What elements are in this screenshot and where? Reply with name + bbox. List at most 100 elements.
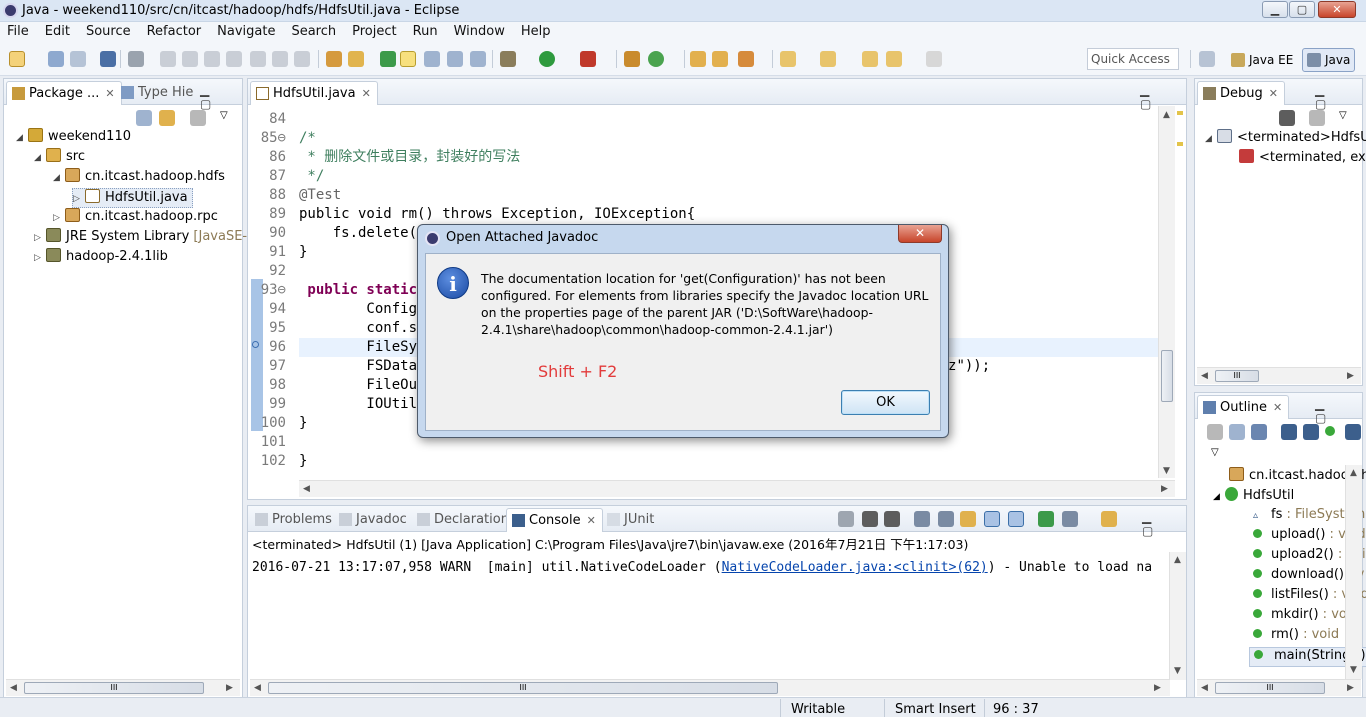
scroll-thumb[interactable]: III: [1215, 682, 1325, 694]
new-icon[interactable]: [9, 51, 25, 67]
debug-launch-item[interactable]: ◢ <terminated>HdfsUt: [1205, 129, 1366, 149]
resume-icon[interactable]: [160, 51, 176, 67]
open-type-icon[interactable]: [380, 51, 396, 67]
tree-item-weekend110[interactable]: ◢ weekend110: [16, 128, 131, 148]
tree-item-src[interactable]: ◢ src: [34, 148, 85, 168]
close-tab-icon[interactable]: ✕: [105, 87, 114, 100]
outline-method[interactable]: rm() : void: [1253, 627, 1339, 647]
terminate-icon[interactable]: [204, 51, 220, 67]
close-button[interactable]: ✕: [1318, 1, 1356, 18]
scroll-right-icon[interactable]: ▶: [1161, 484, 1168, 494]
tree-item-jre-library[interactable]: ▷ JRE System Library [JavaSE-1.: [34, 228, 260, 248]
last-edit-location-icon[interactable]: [862, 51, 878, 67]
tab-hdfsutil-java[interactable]: HdfsUtil.java ✕: [250, 81, 378, 105]
new-class-icon[interactable]: [648, 51, 664, 67]
sort-icon[interactable]: [1251, 424, 1267, 440]
view-menu-chevron-down-icon[interactable]: ▽: [1339, 110, 1347, 121]
open-folder-icon[interactable]: [690, 51, 706, 67]
new-java-project-icon[interactable]: [624, 51, 640, 67]
word-wrap-icon[interactable]: [424, 51, 440, 67]
menu-source[interactable]: Source: [78, 22, 139, 39]
debug-hscrollbar[interactable]: ◀ III ▶: [1197, 367, 1361, 384]
close-tab-icon[interactable]: ✕: [362, 87, 371, 100]
scroll-right-icon[interactable]: ▶: [1347, 683, 1354, 693]
menu-search[interactable]: Search: [283, 22, 344, 39]
tab-debug[interactable]: Debug ✕: [1197, 81, 1285, 105]
focus-icon[interactable]: [190, 110, 206, 126]
scroll-thumb[interactable]: III: [24, 682, 204, 694]
debug-icon[interactable]: [500, 51, 516, 67]
pin-console-icon[interactable]: [1038, 511, 1054, 527]
remove-launch-icon[interactable]: [862, 511, 878, 527]
view-menu-chevron-down-icon[interactable]: ▽: [1211, 447, 1219, 458]
overview-ruler-marker[interactable]: [1177, 111, 1183, 115]
drop-to-frame-icon[interactable]: [326, 51, 342, 67]
remove-all-icon[interactable]: [1279, 110, 1295, 126]
print-icon[interactable]: [100, 51, 116, 67]
tree-item-package-hdfs[interactable]: ◢ cn.itcast.hadoop.hdfs: [53, 168, 225, 188]
collapse-all-icon[interactable]: [136, 110, 152, 126]
save-icon[interactable]: [48, 51, 64, 67]
maximize-button[interactable]: ▢: [1289, 1, 1315, 18]
menu-edit[interactable]: Edit: [37, 22, 78, 39]
menu-help[interactable]: Help: [513, 22, 559, 39]
scroll-up-icon[interactable]: ▲: [1350, 468, 1357, 478]
scroll-right-icon[interactable]: ▶: [1154, 683, 1161, 693]
outline-method[interactable]: mkdir() : void: [1253, 607, 1359, 627]
scroll-thumb[interactable]: III: [268, 682, 778, 694]
show-whitespace-icon[interactable]: [470, 51, 486, 67]
tab-package-explorer[interactable]: Package ... ✕: [6, 81, 122, 105]
scroll-right-icon[interactable]: ▶: [1347, 371, 1354, 381]
package-explorer-hscrollbar[interactable]: ◀ III ▶: [6, 679, 240, 696]
dialog-close-button[interactable]: ✕: [898, 225, 942, 243]
tab-problems[interactable]: Problems: [250, 508, 338, 532]
view-options-icon[interactable]: [1309, 110, 1325, 126]
scroll-thumb[interactable]: [1161, 350, 1173, 402]
hide-fields-icon[interactable]: [1281, 424, 1297, 440]
perspective-java-ee[interactable]: Java EE: [1226, 48, 1298, 72]
forward-icon[interactable]: [926, 51, 942, 67]
tab-javadoc[interactable]: Javadoc: [334, 508, 413, 532]
save-all-icon[interactable]: [70, 51, 86, 67]
step-return-icon[interactable]: [294, 51, 310, 67]
toggle-mark-occurrences-icon[interactable]: [400, 51, 416, 67]
tab-junit[interactable]: JUnit: [602, 508, 660, 532]
link-with-editor-icon[interactable]: [159, 110, 175, 126]
previous-annotation-icon[interactable]: [820, 51, 836, 67]
tree-item-package-rpc[interactable]: ▷ cn.itcast.hadoop.rpc: [53, 208, 218, 228]
close-tab-icon[interactable]: ✕: [1273, 401, 1282, 414]
menu-refactor[interactable]: Refactor: [139, 22, 210, 39]
hide-local-types-icon[interactable]: [1345, 424, 1361, 440]
view-min-max[interactable]: ▁ ▢: [200, 83, 242, 111]
scroll-thumb[interactable]: III: [1215, 370, 1259, 382]
outline-vscrollbar[interactable]: ▲ ▼: [1345, 465, 1362, 679]
remove-all-icon[interactable]: [884, 511, 900, 527]
scroll-down-icon[interactable]: ▼: [1350, 665, 1357, 675]
perspective-java[interactable]: Java: [1302, 48, 1356, 72]
collapse-all-icon[interactable]: [1229, 424, 1245, 440]
menu-project[interactable]: Project: [344, 22, 404, 39]
word-wrap-icon[interactable]: [960, 511, 976, 527]
console-hscrollbar[interactable]: ◀ III ▶: [250, 679, 1170, 696]
scroll-down-icon[interactable]: ▼: [1174, 666, 1181, 676]
block-selection-icon[interactable]: [447, 51, 463, 67]
show-on-error-icon[interactable]: [1008, 511, 1024, 527]
menu-navigate[interactable]: Navigate: [209, 22, 283, 39]
menu-window[interactable]: Window: [446, 22, 513, 39]
disconnect-icon[interactable]: [226, 51, 242, 67]
hide-non-public-icon[interactable]: [1325, 426, 1335, 436]
focus-icon[interactable]: [1207, 424, 1223, 440]
hide-static-icon[interactable]: [1303, 424, 1319, 440]
suspend-icon[interactable]: [182, 51, 198, 67]
menu-file[interactable]: File: [0, 22, 37, 39]
scroll-right-icon[interactable]: ▶: [226, 683, 233, 693]
scroll-up-icon[interactable]: ▲: [1163, 110, 1170, 120]
scroll-left-icon[interactable]: ◀: [303, 484, 310, 494]
editor-hscrollbar[interactable]: ◀ ▶: [299, 480, 1175, 497]
stacktrace-link[interactable]: NativeCodeLoader.java:<clinit>(62): [722, 560, 988, 575]
view-min-max[interactable]: ▁ ▢: [1315, 83, 1362, 111]
quick-access-input[interactable]: Quick Access: [1087, 48, 1179, 70]
tab-outline[interactable]: Outline ✕: [1197, 395, 1290, 419]
view-min-max[interactable]: ▁ ▢: [1142, 510, 1186, 538]
view-menu-chevron-down-icon[interactable]: ▽: [220, 110, 228, 121]
